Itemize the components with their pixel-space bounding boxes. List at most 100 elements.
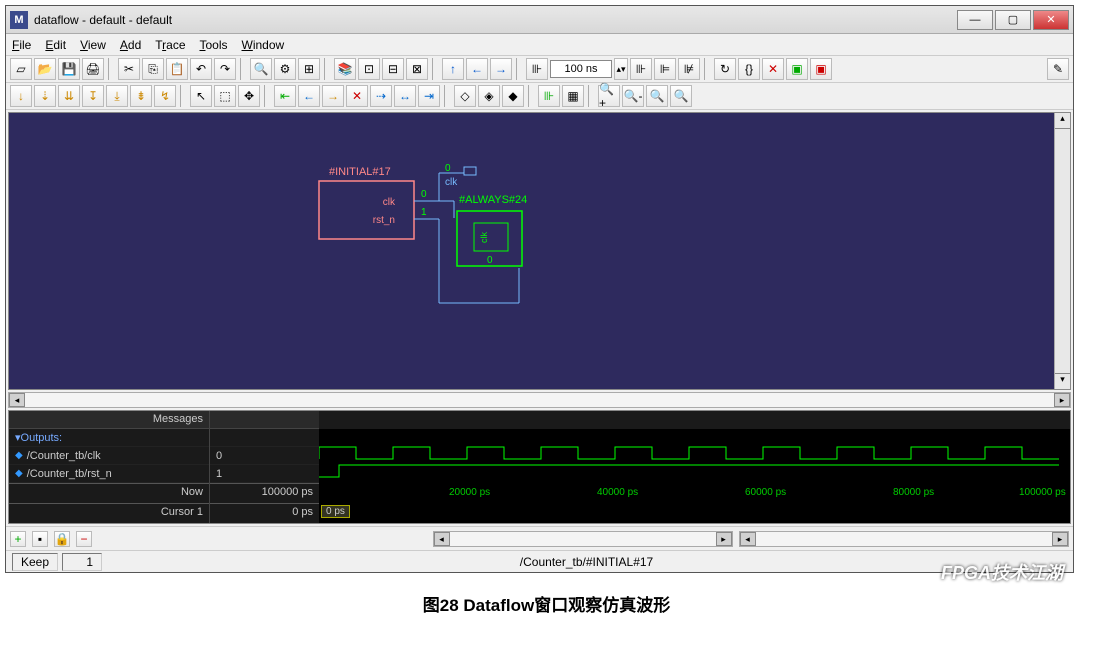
nav-icon[interactable]: ⇤ [274,85,296,107]
tool-icon[interactable]: ⚙ [274,58,296,80]
remove-icon[interactable]: − [76,531,92,547]
nav-icon[interactable]: ✕ [346,85,368,107]
tool-icon[interactable]: ⊠ [406,58,428,80]
nav-icon[interactable]: → [322,85,344,107]
cursor-marker[interactable]: 0 ps [321,505,350,518]
trace-icon[interactable]: ↧ [82,85,104,107]
trace-icon[interactable]: ↓ [10,85,32,107]
always-block-label: #ALWAYS#24 [459,194,527,206]
step-icon[interactable]: ⊪ [526,58,548,80]
tool-icon[interactable]: ⊞ [298,58,320,80]
schematic-diagram: #INITIAL#17 clk rst_n 0 1 0 clk #ALWAYS#… [309,163,569,323]
wave-left-hscroll[interactable]: ◂▸ [433,531,733,547]
zoom-fit-icon[interactable]: 🔍 [646,85,668,107]
nav-icon[interactable]: ⇢ [370,85,392,107]
stop-icon[interactable]: ✕ [762,58,784,80]
menu-tools[interactable]: Tools [200,38,228,52]
zoom-in-icon[interactable]: 🔍+ [598,85,620,107]
trace-icon[interactable]: ⇊ [58,85,80,107]
maximize-button[interactable]: ▢ [995,10,1031,30]
zoom-icon[interactable]: 🔍 [670,85,692,107]
svg-text:1: 1 [421,207,427,218]
trace-icon[interactable]: ⤓ [106,85,128,107]
signal-icon[interactable]: ⊪ [538,85,560,107]
outputs-group[interactable]: ▾ Outputs: [9,429,209,447]
run-icon[interactable]: ⊫ [654,58,676,80]
wave-canvas[interactable]: 20000 ps 40000 ps 60000 ps 80000 ps 1000… [319,411,1070,523]
app-icon: M [10,11,28,29]
tool-icon[interactable]: ▣ [786,58,808,80]
view-icon[interactable]: ▦ [562,85,584,107]
trace-icon[interactable]: ⇟ [130,85,152,107]
find-icon[interactable]: 🔍 [250,58,272,80]
run-icon[interactable]: ⊪ [630,58,652,80]
close-button[interactable]: ✕ [1033,10,1069,30]
spinner-icon[interactable]: ▴▾ [614,58,628,80]
vscrollbar[interactable]: ▴ ▾ [1054,113,1070,389]
statusbar: Keep 1 /Counter_tb/#INITIAL#17 [6,550,1073,572]
layer-icon[interactable]: 📚 [334,58,356,80]
signal-row[interactable]: ◆/Counter_tb/clk [9,447,209,465]
menu-view[interactable]: View [80,38,106,52]
menubar: File Edit View Add Trace Tools Window [6,34,1073,56]
nav-icon[interactable]: ↔ [394,85,416,107]
run-icon[interactable]: ⊯ [678,58,700,80]
keep-value: 1 [62,553,102,571]
menu-file[interactable]: File [12,38,31,52]
wave-value-pane[interactable]: 0 1 100000 ps 0 ps [209,411,319,523]
menu-window[interactable]: Window [242,38,285,52]
open-icon[interactable]: 📂 [34,58,56,80]
tool-icon[interactable]: ▪ [32,531,48,547]
time-ruler: 20000 ps 40000 ps 60000 ps 80000 ps 1000… [319,483,1070,503]
zoom-out-icon[interactable]: 🔍- [622,85,644,107]
tool-icon[interactable]: ⊡ [358,58,380,80]
trace-icon[interactable]: ↯ [154,85,176,107]
nav-icon[interactable]: ← [298,85,320,107]
signal-row[interactable]: ◆/Counter_tb/rst_n [9,465,209,483]
copy-icon[interactable]: ⎘ [142,58,164,80]
dataflow-hscrollbar[interactable]: ◂▸ [8,392,1071,408]
print-icon[interactable]: 🖨 [82,58,104,80]
cut-icon[interactable]: ✂ [118,58,140,80]
tool-icon[interactable]: ▣ [810,58,832,80]
status-path: /Counter_tb/#INITIAL#17 [106,555,1067,569]
pointer-icon[interactable]: ↖ [190,85,212,107]
wave-signal-pane[interactable]: Messages ▾ Outputs: ◆/Counter_tb/clk ◆/C… [9,411,209,523]
tool-icon[interactable]: ✎ [1047,58,1069,80]
menu-edit[interactable]: Edit [45,38,66,52]
erase-icon[interactable]: ◇ [454,85,476,107]
tool-icon[interactable]: ⊟ [382,58,404,80]
left-arrow-icon[interactable]: ← [466,58,488,80]
undo-icon[interactable]: ↶ [190,58,212,80]
right-arrow-icon[interactable]: → [490,58,512,80]
select-icon[interactable]: ⬚ [214,85,236,107]
trace-icon[interactable]: ⇣ [34,85,56,107]
save-icon[interactable]: 💾 [58,58,80,80]
erase-icon[interactable]: ◆ [502,85,524,107]
toolbar-row-1: ▱ 📂 💾 🖨 ✂ ⎘ 📋 ↶ ↷ 🔍 ⚙ ⊞ 📚 ⊡ ⊟ ⊠ ↑ ← → ⊪ … [6,56,1073,83]
new-icon[interactable]: ▱ [10,58,32,80]
up-arrow-icon[interactable]: ↑ [442,58,464,80]
loop-icon[interactable]: ↻ [714,58,736,80]
now-value: 100000 ps [210,484,319,500]
time-input[interactable] [550,60,612,78]
lock-icon[interactable]: 🔒 [54,531,70,547]
signal-value: 1 [210,465,319,483]
add-icon[interactable]: + [10,531,26,547]
wave-area: Messages ▾ Outputs: ◆/Counter_tb/clk ◆/C… [8,410,1071,524]
dataflow-canvas[interactable]: #INITIAL#17 clk rst_n 0 1 0 clk #ALWAYS#… [8,112,1071,390]
figure-caption: 图28 Dataflow窗口观察仿真波形 [0,591,1093,616]
redo-icon[interactable]: ↷ [214,58,236,80]
erase-icon[interactable]: ◈ [478,85,500,107]
menu-add[interactable]: Add [120,38,141,52]
keep-label[interactable]: Keep [12,553,58,571]
wave-right-hscroll[interactable]: ◂▸ [739,531,1070,547]
nav-icon[interactable]: ⇥ [418,85,440,107]
window-title: dataflow - default - default [34,13,957,27]
svg-text:clk: clk [383,197,396,208]
menu-trace[interactable]: Trace [155,38,185,52]
move-icon[interactable]: ✥ [238,85,260,107]
paste-icon[interactable]: 📋 [166,58,188,80]
minimize-button[interactable]: — [957,10,993,30]
loop-icon[interactable]: {} [738,58,760,80]
